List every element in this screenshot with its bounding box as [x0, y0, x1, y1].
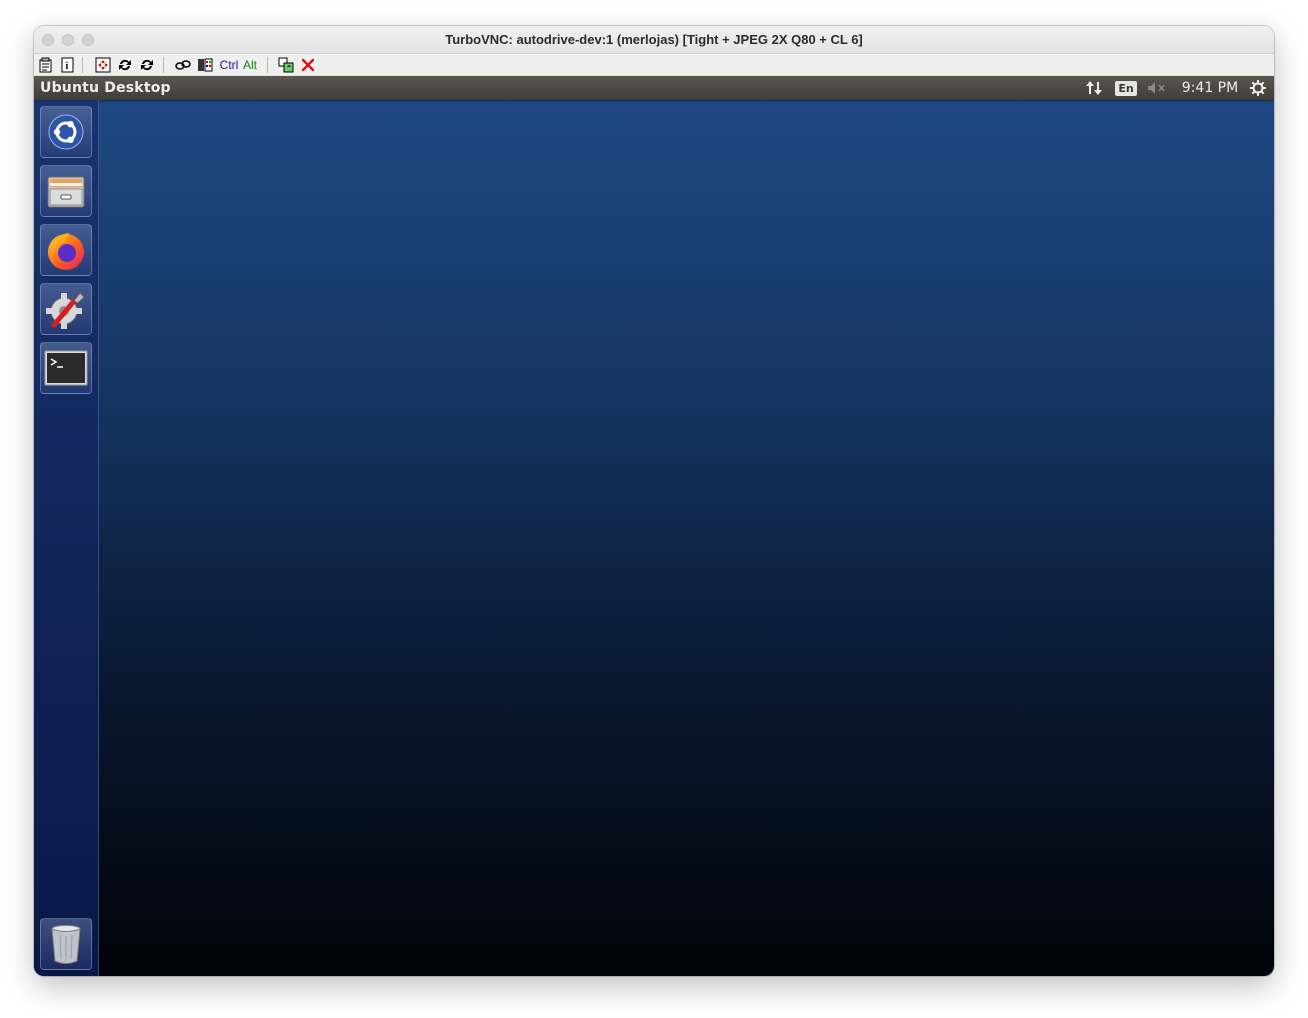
settings-gear-wrench-icon [46, 292, 85, 329]
ctrl-key-button[interactable]: Ctrl [218, 56, 240, 74]
lossless-refresh-icon[interactable] [138, 56, 156, 74]
top-panel: Ubuntu Desktop En 9:41 PM [34, 76, 1274, 100]
connection-info-icon[interactable]: i [59, 56, 77, 74]
refresh-icon[interactable] [116, 56, 134, 74]
volume-muted-icon[interactable] [1146, 79, 1168, 97]
network-icon[interactable] [1084, 79, 1104, 97]
system-menu-gear-icon[interactable] [1248, 79, 1268, 97]
launcher [34, 100, 99, 976]
vnc-toolbar: i Ctrl Alt [34, 54, 1274, 77]
vnc-window: TurboVNC: autodrive-dev:1 (merlojas) [Ti… [34, 26, 1274, 976]
firefox-button[interactable] [40, 224, 92, 276]
system-settings-button[interactable] [40, 283, 92, 335]
file-cabinet-icon [47, 176, 85, 208]
ubuntu-desktop[interactable]: Ubuntu Desktop En 9:41 PM [34, 76, 1274, 976]
new-connection-icon[interactable] [277, 56, 295, 74]
trash-icon [51, 925, 81, 964]
full-screen-icon[interactable] [94, 56, 112, 74]
terminal-icon [44, 350, 88, 386]
panel-title: Ubuntu Desktop [40, 80, 171, 96]
alt-key-button[interactable]: Alt [241, 56, 259, 74]
terminal-button[interactable] [40, 342, 92, 394]
options-icon[interactable] [37, 56, 55, 74]
ubuntu-logo-icon [48, 114, 84, 150]
svg-text:i: i [66, 61, 69, 72]
firefox-icon [48, 233, 84, 270]
title-bar[interactable]: TurboVNC: autodrive-dev:1 (merlojas) [Ti… [34, 26, 1274, 54]
files-button[interactable] [40, 165, 92, 217]
trash-button[interactable] [40, 918, 92, 970]
ubuntu-dash-button[interactable] [40, 106, 92, 158]
window-title: TurboVNC: autodrive-dev:1 (merlojas) [Ti… [445, 32, 863, 47]
clock[interactable]: 9:41 PM [1180, 79, 1240, 97]
ctrl-esc-icon[interactable] [196, 56, 214, 74]
keyboard-layout-label: En [1115, 80, 1137, 96]
ctrl-alt-del-icon[interactable] [174, 56, 192, 74]
disconnect-icon[interactable] [299, 56, 317, 74]
keyboard-layout-indicator[interactable]: En [1114, 79, 1138, 97]
